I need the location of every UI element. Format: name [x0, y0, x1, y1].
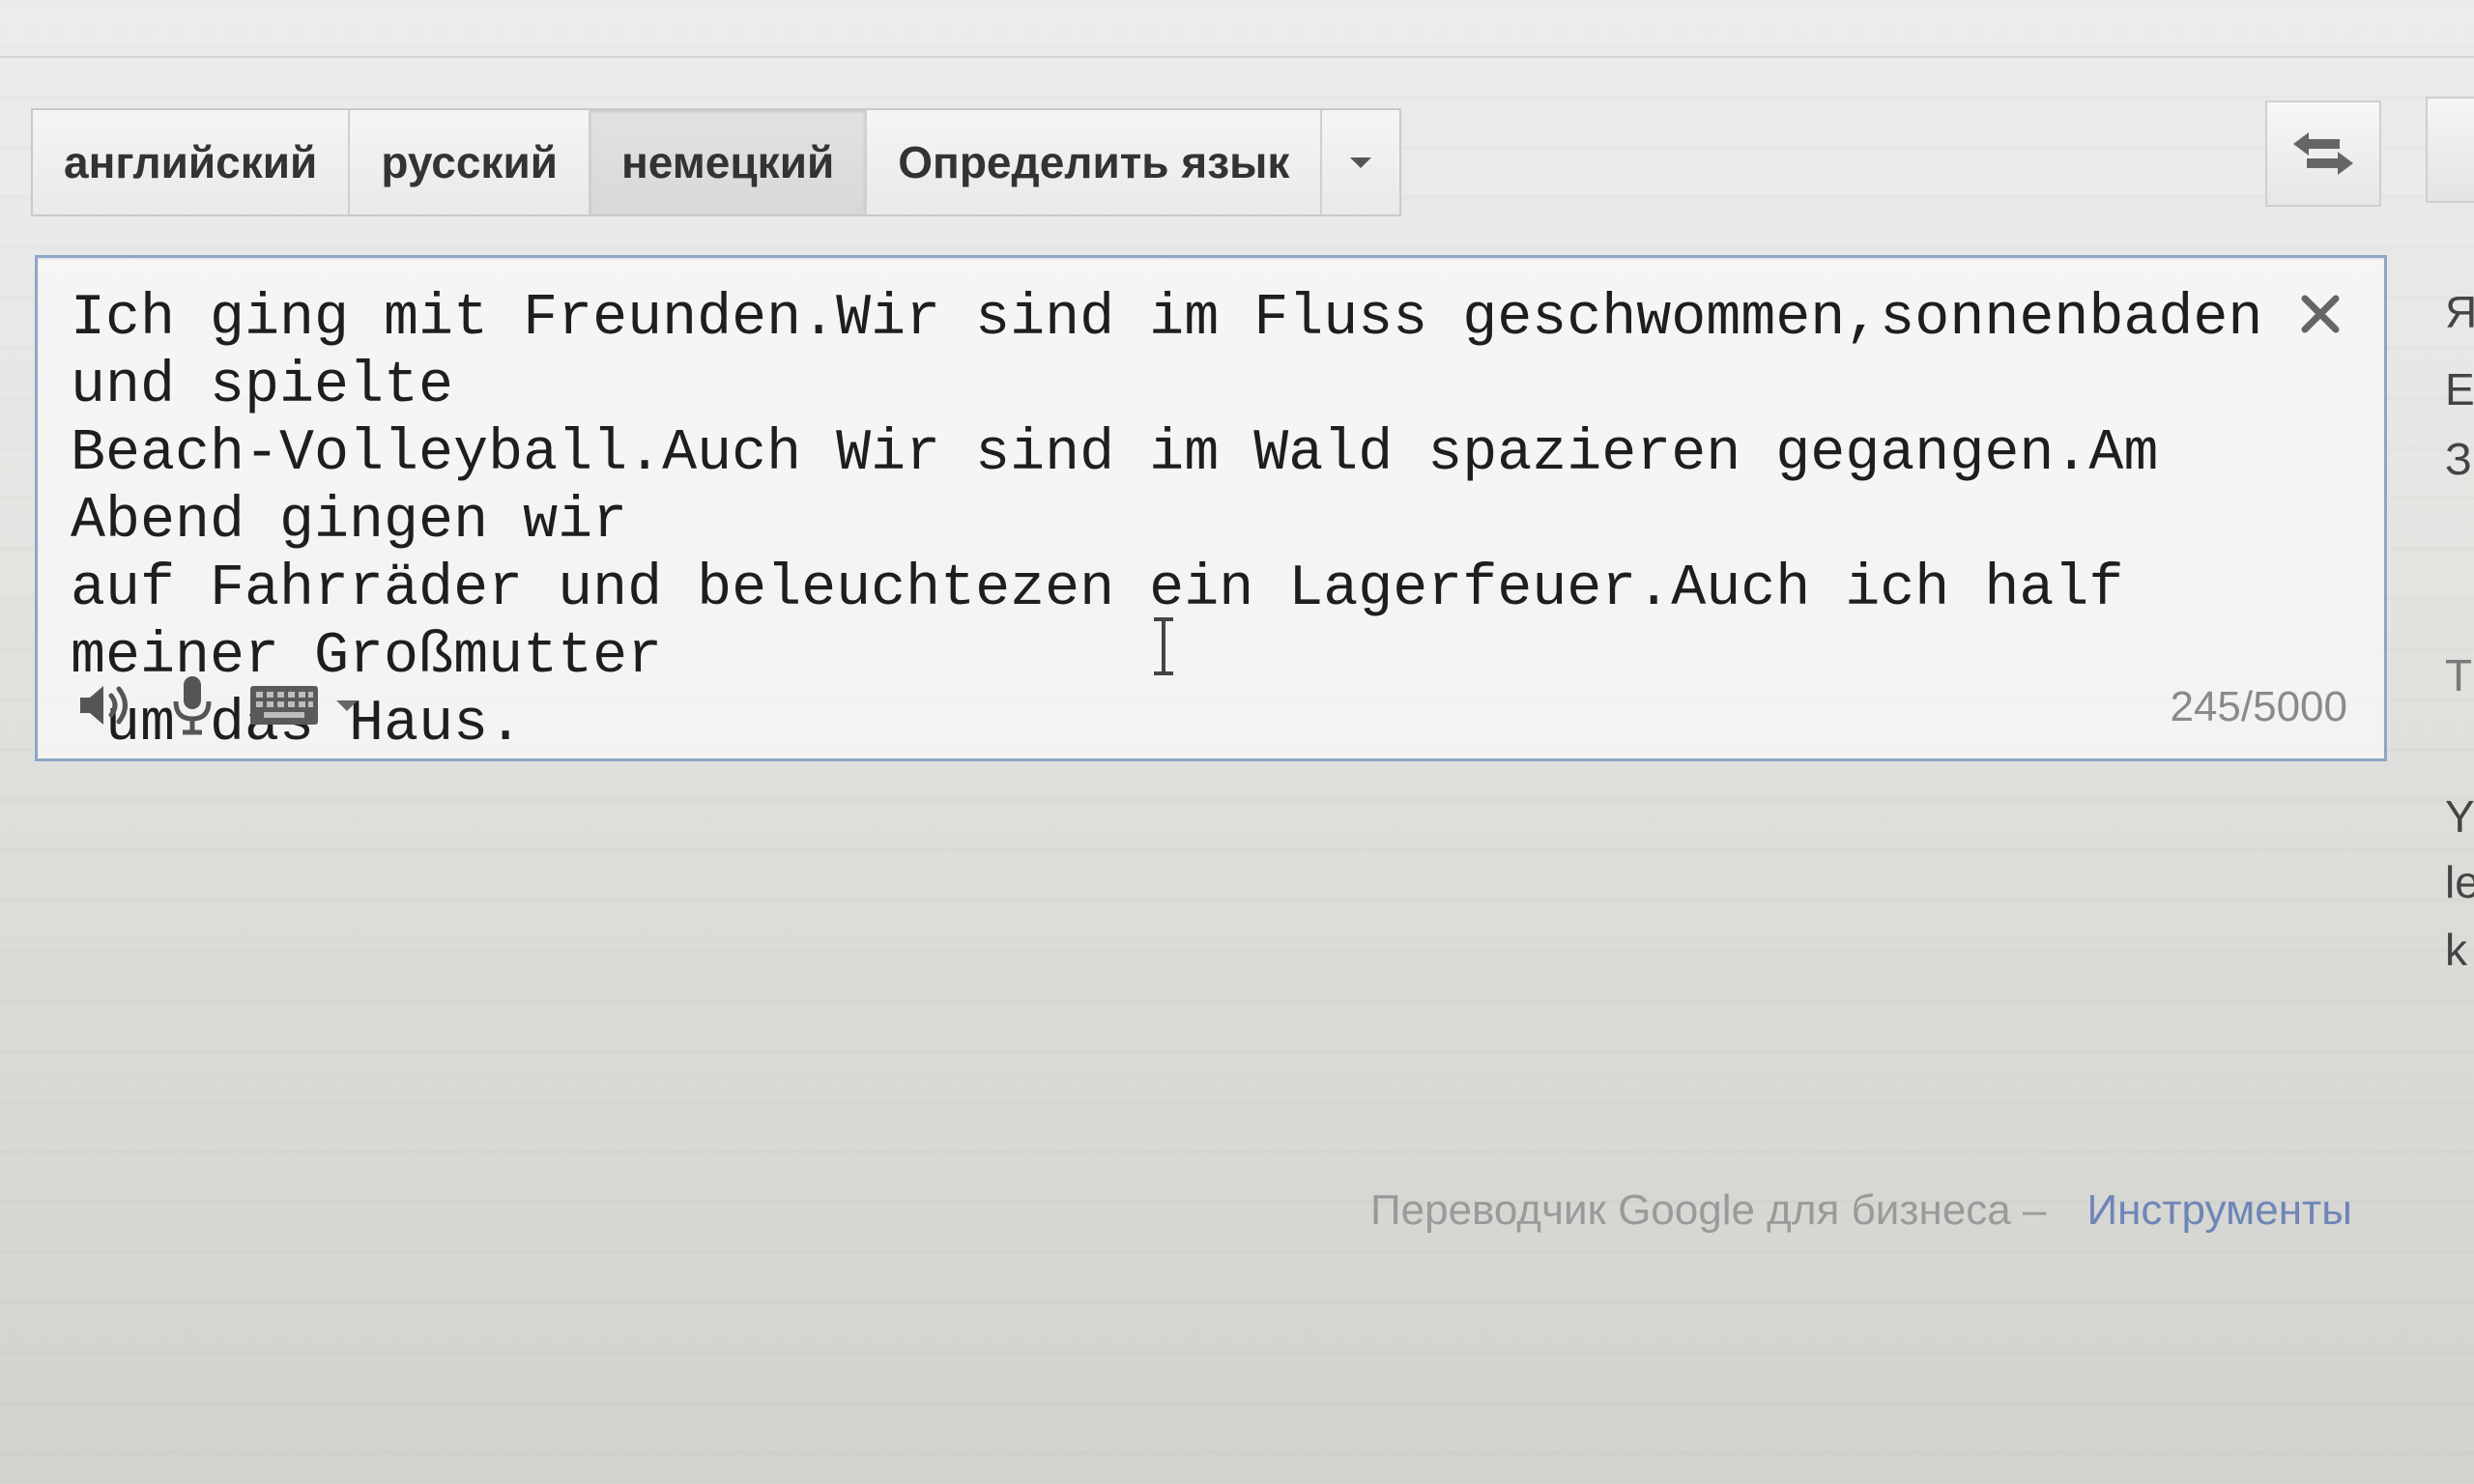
keyboard-icon [250, 686, 318, 725]
text-cursor-icon [1154, 617, 1173, 675]
chevron-down-icon [336, 699, 358, 711]
footer: Переводчик Google для бизнеса – Инструмен… [1370, 1186, 2352, 1235]
microphone-icon [173, 676, 212, 735]
clear-text-button[interactable] [2291, 285, 2349, 343]
footer-business-text: Переводчик Google для бизнеса – [1370, 1186, 2047, 1234]
virtual-keyboard-button[interactable] [241, 671, 328, 739]
tab-detect-language[interactable]: Определить язык [867, 110, 1323, 214]
more-languages-button[interactable] [1322, 110, 1400, 214]
character-counter: 245/5000 [2170, 683, 2347, 730]
translation-peek-line-1: Я [2445, 287, 2474, 337]
suggestion-peek-line-2: le [2445, 857, 2474, 907]
tab-russian[interactable]: русский [350, 110, 591, 214]
listen-button[interactable] [67, 671, 144, 739]
keyboard-options-button[interactable] [328, 671, 366, 739]
suggestion-peek-line-3: k [2445, 925, 2467, 975]
header-divider [0, 56, 2474, 58]
tab-german[interactable]: немецкий [590, 110, 868, 214]
source-language-bar: английский русский немецкий Определить я… [31, 108, 1402, 216]
translation-peek-line-3: З [2445, 434, 2472, 484]
source-text-input[interactable]: Ich ging mit Freunden.Wir sind im Fluss … [71, 285, 2274, 758]
translation-peek-line-2: Е [2445, 364, 2474, 414]
swap-languages-button[interactable] [2265, 100, 2381, 207]
voice-input-button[interactable] [144, 671, 241, 739]
swap-languages-icon [2293, 132, 2353, 175]
input-tools [67, 671, 366, 739]
speaker-icon [80, 686, 128, 725]
close-icon [2301, 295, 2340, 333]
target-language-tab-partial[interactable] [2426, 97, 2474, 203]
footer-tools-link[interactable]: Инструменты [2086, 1186, 2351, 1234]
tab-english[interactable]: английский [33, 110, 351, 214]
source-text-box[interactable]: Ich ging mit Freunden.Wir sind im Fluss … [35, 255, 2387, 761]
chevron-down-icon [1350, 157, 1372, 168]
translation-peek-line-4: Т [2445, 650, 2473, 700]
suggestion-peek-line-1: Y/ [2445, 791, 2474, 842]
